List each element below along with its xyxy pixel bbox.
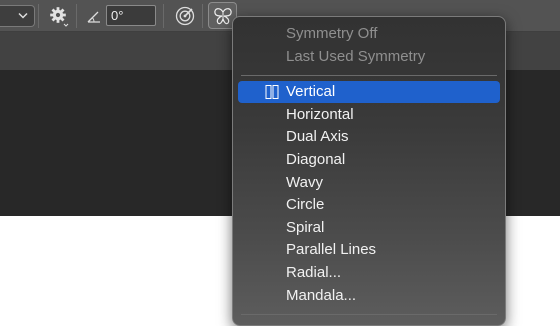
menu-item-dual-axis[interactable]: Dual Axis (238, 126, 500, 148)
toolbar-divider (38, 4, 39, 28)
menu-item-wavy[interactable]: Wavy (238, 172, 500, 194)
menu-item-spiral[interactable]: Spiral (238, 217, 500, 239)
symmetry-menu: Symmetry Off Last Used Symmetry Vertical… (232, 16, 506, 326)
menu-item-symmetry-off: Symmetry Off (286, 25, 378, 42)
menu-item-diagonal[interactable]: Diagonal (238, 149, 500, 171)
vertical-symmetry-icon (265, 85, 279, 99)
menu-item-horizontal[interactable]: Horizontal (238, 104, 500, 126)
menu-separator (241, 75, 497, 76)
gear-icon[interactable] (48, 5, 70, 27)
pressure-target-icon[interactable] (174, 5, 196, 27)
toolbar-divider (76, 4, 77, 28)
menu-item-label: Vertical (286, 83, 336, 100)
menu-item-circle[interactable]: Circle (238, 194, 500, 216)
menu-item-radial[interactable]: Radial... (238, 262, 500, 284)
toolbar-divider (163, 4, 164, 28)
menu-item-mandala[interactable]: Mandala... (238, 285, 500, 307)
menu-item-parallel-lines[interactable]: Parallel Lines (238, 239, 500, 261)
butterfly-icon (214, 8, 232, 25)
brush-angle-input[interactable]: 0° (106, 5, 156, 26)
menu-item-vertical[interactable]: Vertical (238, 81, 500, 103)
toolbar-divider (202, 4, 203, 28)
angle-icon (87, 11, 100, 23)
menu-item-last-used-symmetry: Last Used Symmetry (286, 48, 426, 65)
chevron-down-icon (18, 12, 28, 19)
brush-preset-dropdown[interactable] (0, 5, 35, 27)
